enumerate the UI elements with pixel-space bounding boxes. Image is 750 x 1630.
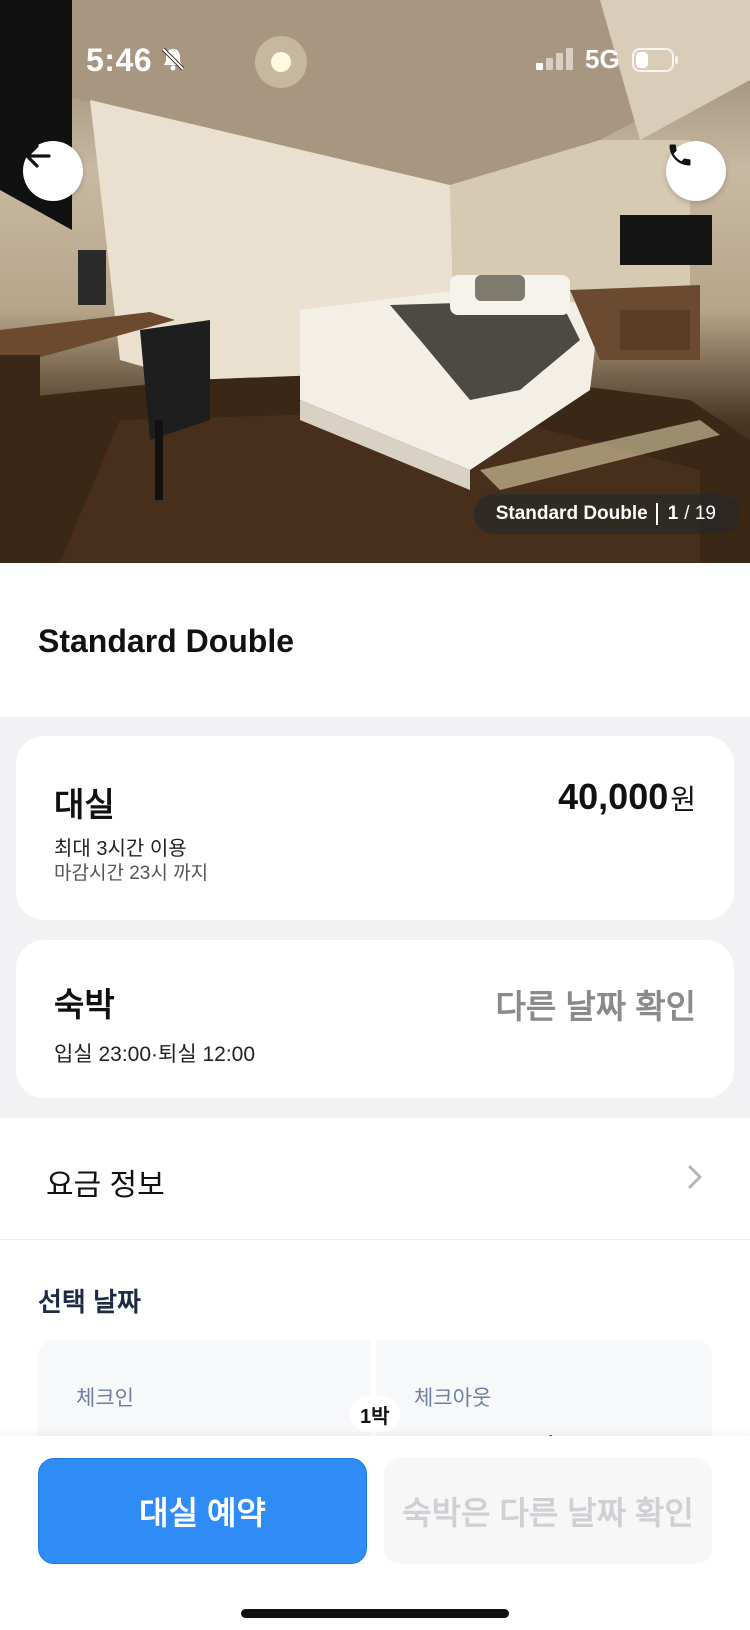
photo-total: / 19 — [684, 503, 716, 524]
photo-counter-badge: Standard Double 1 / 19 — [473, 494, 740, 534]
daesil-max-time: 최대 3시간 이용 — [54, 838, 187, 860]
daesil-price-currency: 원 — [670, 784, 696, 815]
bottom-action-bar: 대실 예약 숙박은 다른 날짜 확인 — [0, 1436, 750, 1630]
daesil-price: 40,000 원 — [558, 776, 696, 818]
daesil-price-value: 40,000 — [558, 776, 669, 817]
photo-index: 1 — [667, 503, 679, 524]
status-time: 5:46 — [86, 42, 153, 78]
photo-tag-divider — [655, 503, 658, 525]
sukbak-card[interactable]: 숙박 다른 날짜 확인 입실 23:00·퇴실 12:00 — [16, 940, 734, 1098]
selected-dates-heading: 선택 날짜 — [38, 1287, 141, 1317]
call-button[interactable] — [666, 141, 726, 201]
chevron-right-icon — [686, 1163, 704, 1196]
home-indicator — [241, 1609, 509, 1618]
daesil-label: 대실 — [54, 786, 115, 823]
room-title-section: Standard Double — [0, 563, 750, 717]
checkout-label: 체크아웃 — [414, 1387, 492, 1410]
back-button[interactable] — [23, 141, 83, 201]
checkin-label: 체크인 — [76, 1387, 134, 1410]
daesil-card[interactable]: 대실 40,000 원 최대 3시간 이용 마감시간 23시 까지 — [16, 736, 734, 920]
room-photo[interactable]: 5:46 5G Standard Double 1 / 19 — [0, 0, 750, 563]
photo-room-name: Standard Double — [495, 503, 648, 524]
fee-info-row[interactable]: 요금 정보 — [0, 1118, 750, 1240]
phone-icon — [669, 144, 691, 166]
sukbak-other-date-link[interactable]: 다른 날짜 확인 — [496, 980, 697, 1028]
daesil-closing-time: 마감시간 23시 까지 — [54, 863, 209, 884]
fee-info-label: 요금 정보 — [46, 1169, 165, 1202]
sukbak-other-date-button[interactable]: 숙박은 다른 날짜 확인 — [384, 1458, 712, 1564]
back-arrow-icon — [25, 144, 51, 168]
sukbak-checkin-checkout-times: 입실 23:00·퇴실 12:00 — [54, 1043, 256, 1066]
sukbak-label: 숙박 — [54, 986, 115, 1023]
status-bar: 5:46 5G — [0, 0, 750, 110]
room-title: Standard Double — [38, 623, 295, 659]
nights-badge: 1박 — [350, 1396, 400, 1432]
daesil-reserve-button[interactable]: 대실 예약 — [38, 1458, 367, 1564]
network-label: 5G — [585, 44, 620, 74]
